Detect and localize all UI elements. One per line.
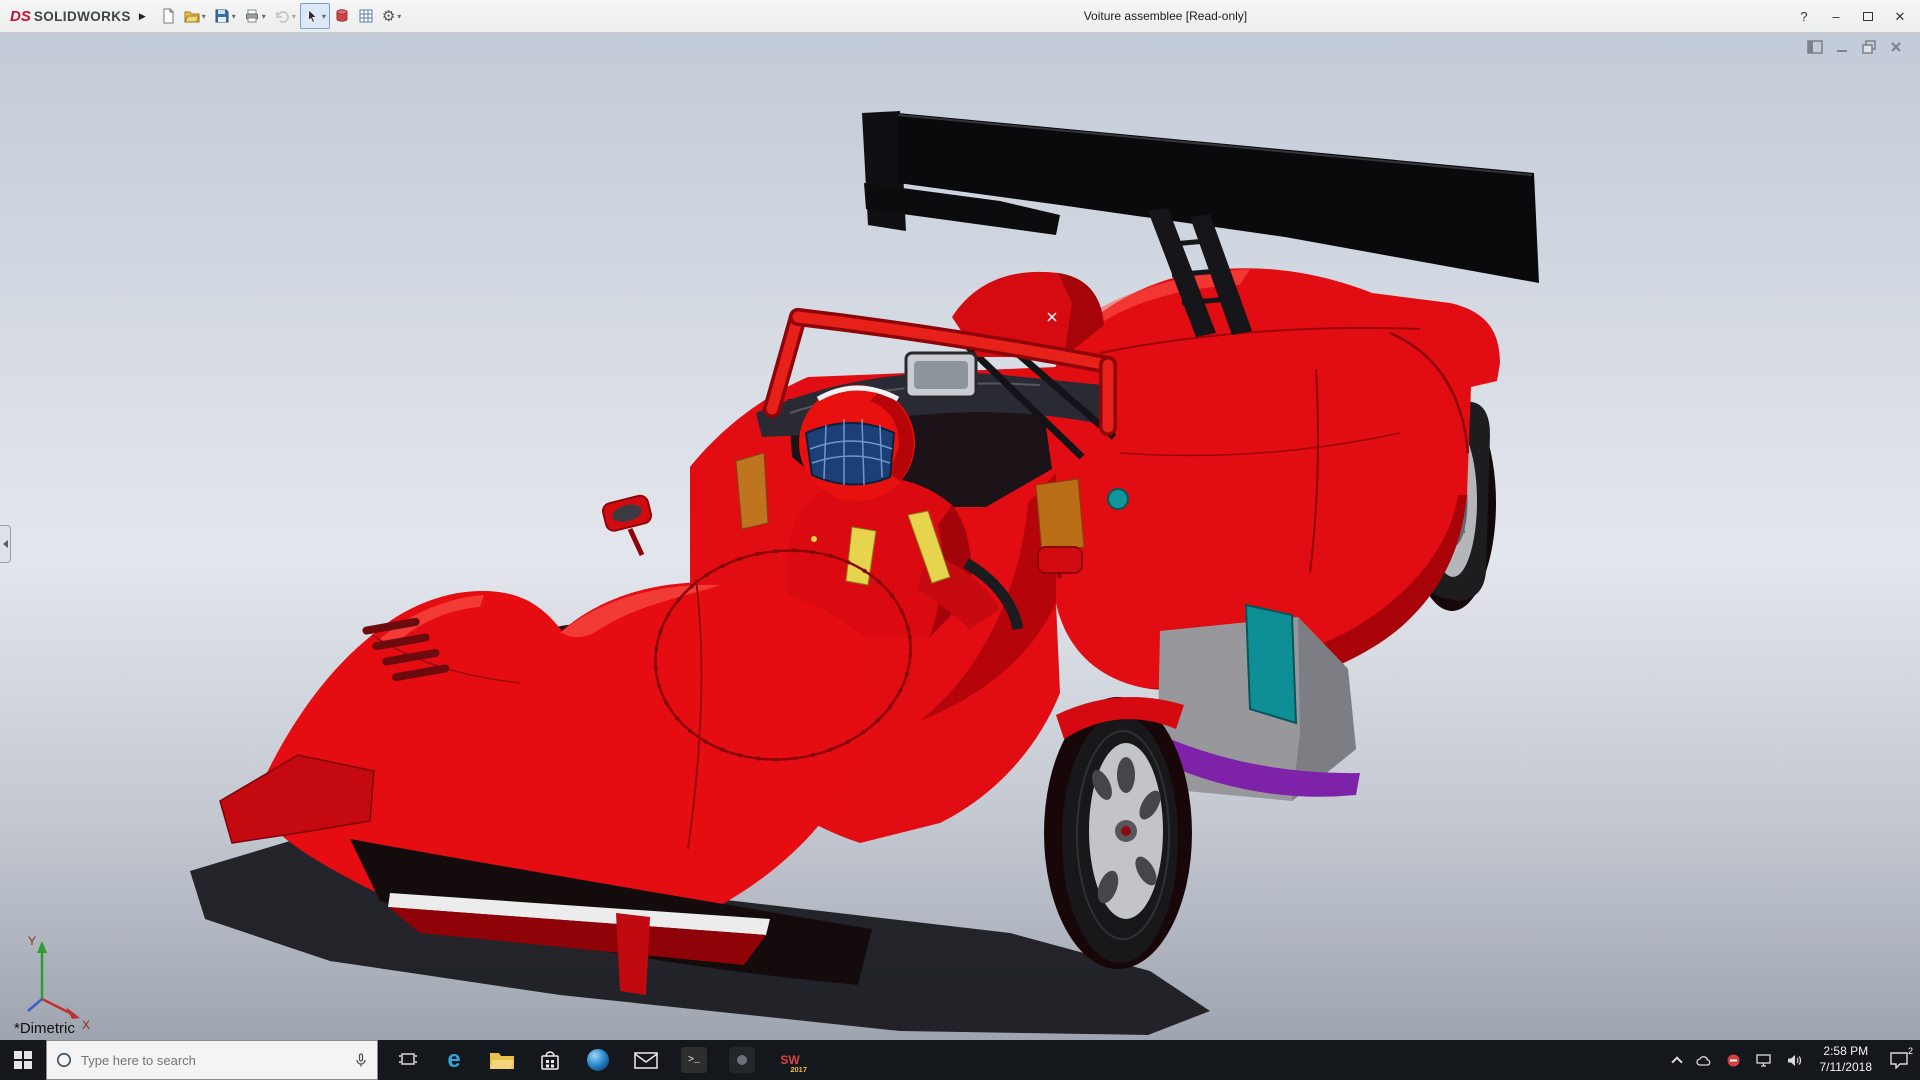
file-explorer-icon <box>489 1049 515 1071</box>
help-button[interactable]: ? <box>1790 5 1818 29</box>
red-status-icon <box>1726 1053 1741 1068</box>
taskbar: e <box>0 1040 1920 1080</box>
task-view-button[interactable] <box>386 1040 430 1080</box>
select-cursor-icon <box>304 8 320 24</box>
ds-logo-mark: DS <box>10 8 31 25</box>
tray-cloud-button[interactable] <box>1690 1040 1717 1080</box>
minimize-icon <box>1833 39 1851 55</box>
maximize-icon <box>1863 12 1873 21</box>
undo-icon <box>274 8 290 24</box>
solidworks-app-window: DS SOLIDWORKS ▶ ▾ <box>0 0 1920 1080</box>
close-document-button[interactable] <box>1886 39 1906 57</box>
undo-button[interactable]: ▾ <box>270 3 300 29</box>
dock-icon <box>1806 39 1824 55</box>
menu-expand-arrow[interactable]: ▶ <box>139 11 146 22</box>
restore-document-button[interactable] <box>1859 39 1879 57</box>
save-icon <box>214 8 230 24</box>
store-icon <box>538 1048 562 1072</box>
restore-icon <box>1860 39 1878 55</box>
tray-antivirus-button[interactable] <box>1721 1040 1746 1080</box>
solidworks-logo: DS SOLIDWORKS <box>10 8 131 25</box>
clock-date: 7/11/2018 <box>1820 1060 1873 1074</box>
tray-network-button[interactable] <box>1750 1040 1777 1080</box>
tray-volume-button[interactable] <box>1781 1040 1808 1080</box>
taskbar-app-solidworks-2017[interactable]: SW 2017 <box>766 1040 814 1080</box>
new-document-button[interactable] <box>156 3 180 29</box>
clock-time: 2:58 PM <box>1823 1044 1868 1058</box>
microphone-icon[interactable] <box>353 1052 369 1068</box>
notification-badge: 2 <box>1908 1046 1913 1056</box>
dropdown-caret: ▾ <box>202 12 206 21</box>
taskbar-app-mail[interactable] <box>622 1040 670 1080</box>
mail-icon <box>633 1050 659 1070</box>
dock-document-button[interactable] <box>1805 39 1825 57</box>
print-button[interactable]: ▾ <box>240 3 270 29</box>
solidworks-2017-icon: SW 2017 <box>775 1046 805 1074</box>
graphics-area[interactable]: Y X *Dimetric <box>0 33 1920 1040</box>
dropdown-caret: ▾ <box>397 12 401 21</box>
dropdown-caret: ▾ <box>262 12 266 21</box>
appearance-button[interactable] <box>330 3 354 29</box>
cloud-icon <box>1695 1053 1712 1068</box>
action-center-icon <box>1889 1051 1909 1069</box>
dropdown-caret: ▾ <box>322 12 326 21</box>
blue-globe-icon <box>585 1047 611 1073</box>
titlebar: DS SOLIDWORKS ▶ ▾ <box>0 0 1920 33</box>
select-tool-button[interactable]: ▾ <box>300 3 330 29</box>
triad-x-label: X <box>82 1018 90 1032</box>
save-button[interactable]: ▾ <box>210 3 240 29</box>
model-canvas[interactable]: Y X <box>0 33 1920 1040</box>
chevron-up-icon <box>1671 1056 1682 1067</box>
command-prompt-icon: >_ <box>681 1047 707 1073</box>
options-table-button[interactable] <box>354 3 378 29</box>
dropdown-caret: ▾ <box>232 12 236 21</box>
taskbar-app-store[interactable] <box>526 1040 574 1080</box>
close-button[interactable]: ✕ <box>1886 5 1914 29</box>
taskbar-search[interactable] <box>46 1040 378 1080</box>
new-document-icon <box>160 8 176 24</box>
taskbar-app-command-prompt[interactable]: >_ <box>670 1040 718 1080</box>
solidworks-wordmark: SOLIDWORKS <box>34 9 131 24</box>
taskbar-clock[interactable]: 2:58 PM 7/11/2018 <box>1812 1040 1881 1080</box>
gear-icon: ⚙ <box>382 9 395 24</box>
network-icon <box>1755 1053 1772 1068</box>
dark-app-icon <box>729 1047 755 1073</box>
cortana-icon <box>55 1051 73 1069</box>
triad-y-label: Y <box>28 934 36 948</box>
taskbar-app-edge[interactable]: e <box>430 1040 478 1080</box>
taskbar-app-8[interactable] <box>718 1040 766 1080</box>
table-grid-icon <box>358 8 374 24</box>
speaker-icon <box>1786 1053 1803 1068</box>
windows-logo-icon <box>14 1051 32 1069</box>
print-icon <box>244 8 260 24</box>
action-center-button[interactable]: 2 <box>1884 1040 1914 1080</box>
settings-button[interactable]: ⚙ ▾ <box>378 3 405 29</box>
start-button[interactable] <box>0 1040 46 1080</box>
orientation-triad[interactable]: Y X <box>28 934 90 1032</box>
taskbar-app-browser[interactable] <box>574 1040 622 1080</box>
maximize-button[interactable] <box>1854 5 1882 29</box>
car-model[interactable] <box>190 111 1539 1035</box>
minimize-document-button[interactable] <box>1832 39 1852 57</box>
open-folder-icon <box>184 8 200 24</box>
edge-icon: e <box>447 1048 460 1072</box>
document-window-controls <box>1805 39 1906 57</box>
minimize-button[interactable]: – <box>1822 5 1850 29</box>
close-icon <box>1887 39 1905 55</box>
view-orientation-label: *Dimetric <box>14 1020 75 1037</box>
tray-expand-button[interactable] <box>1668 1040 1686 1080</box>
dropdown-caret: ▾ <box>292 12 296 21</box>
window-title: Voiture assemblee [Read-only] <box>411 9 1920 23</box>
open-button[interactable]: ▾ <box>180 3 210 29</box>
task-view-icon <box>398 1051 418 1069</box>
system-tray: 2:58 PM 7/11/2018 2 <box>1668 1040 1920 1080</box>
red-cylinder-icon <box>334 8 350 24</box>
taskbar-app-file-explorer[interactable] <box>478 1040 526 1080</box>
search-input[interactable] <box>81 1053 345 1068</box>
